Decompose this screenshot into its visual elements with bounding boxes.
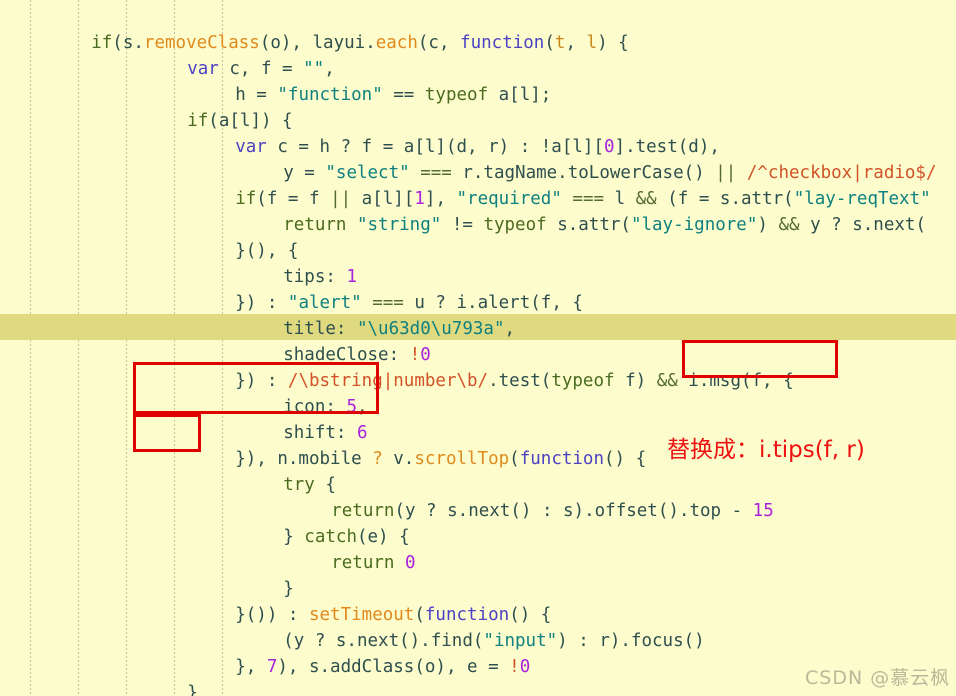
code-line: title: "\u63d0\u793a", [283, 319, 516, 339]
annotation-box-i-msg [682, 340, 838, 378]
code-line: (y ? s.next().find("input") : r).focus() [283, 631, 705, 651]
annotation-note-replace-with: 替换成：i.tips(f, r) [667, 437, 865, 463]
code-line: h = "function" == typeof a[l]; [235, 85, 552, 105]
annotation-box-closing-paren [133, 414, 201, 452]
code-line: }) : "alert" === u ? i.alert(f, { [235, 293, 583, 313]
code-line: shadeClose: !0 [283, 345, 431, 365]
code-line: } catch(e) { [283, 527, 410, 547]
code-line: }(), { [235, 241, 299, 261]
code-line: var c, f = "", [187, 59, 335, 79]
code-line: var c = h ? f = a[l](d, r) : !a[l][0].te… [235, 137, 720, 157]
csdn-watermark: CSDN @慕云枫 [805, 667, 951, 689]
code-line: } [283, 579, 294, 599]
annotation-box-icon-shift [133, 362, 379, 414]
code-line: if(f = f || a[l][1], "required" === l &&… [235, 189, 931, 209]
code-line: y = "select" === r.tagName.toLowerCase()… [283, 163, 937, 183]
code-line: return(y ? s.next() : s).offset().top - … [331, 501, 774, 521]
code-line: return 0 [331, 553, 416, 573]
code-line: }()) : setTimeout(function() { [235, 605, 552, 625]
code-line: tips: 1 [283, 267, 357, 287]
code-line: if(s.removeClass(o), layui.each(c, funct… [91, 33, 629, 53]
code-line: }, 7), s.addClass(o), e = !0 [235, 657, 531, 677]
code-editor-screenshot: if(s.removeClass(o), layui.each(c, funct… [0, 0, 956, 696]
code-line: return "string" != typeof s.attr("lay-ig… [283, 215, 926, 235]
code-line: if(a[l]) { [187, 111, 293, 131]
